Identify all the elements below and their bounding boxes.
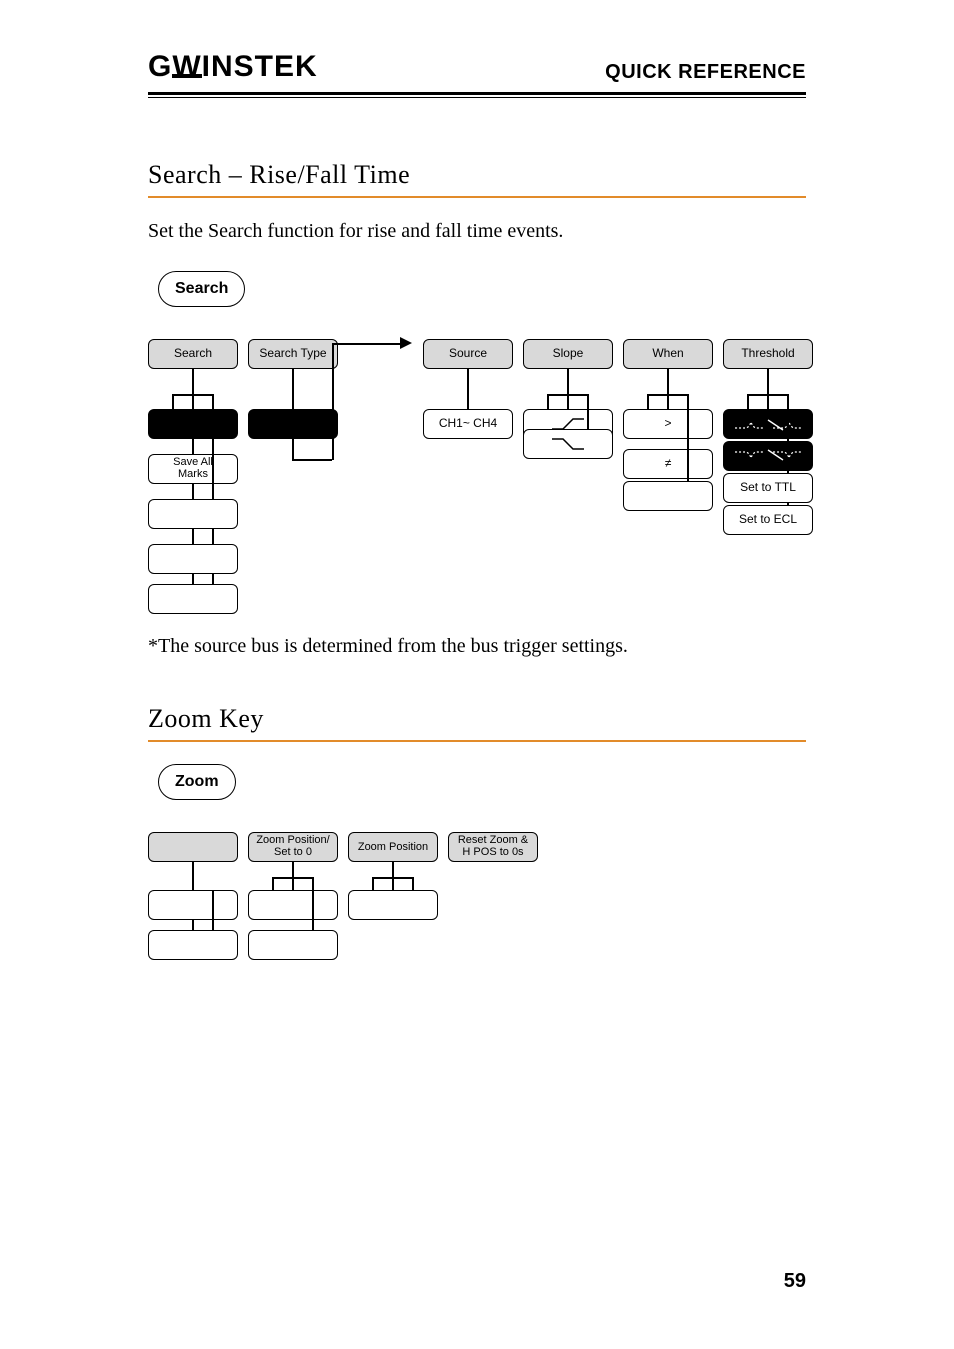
zoom-menu-2-label: Zoom Position/ Set to 0 [256, 835, 329, 858]
hardware-key-search[interactable]: Search [158, 271, 245, 307]
menu-search-extra-1[interactable] [148, 499, 238, 529]
menu-search-type[interactable]: Search Type [248, 339, 338, 369]
zoom-menu-position[interactable]: Zoom Position [348, 832, 438, 862]
menu-save-all-marks-label: Save All Marks [173, 457, 213, 480]
menu-search-extra-3[interactable] [148, 584, 238, 614]
menu-threshold-high[interactable] [723, 409, 813, 439]
menu-slope-fall[interactable] [523, 429, 613, 459]
zoom-menu-1-opt[interactable] [148, 890, 238, 920]
zoom-menu-reset[interactable]: Reset Zoom & H POS to 0s [448, 832, 538, 862]
menu-slope[interactable]: Slope [523, 339, 613, 369]
section-intro-search: Set the Search function for rise and fal… [148, 220, 806, 243]
menu-set-ttl[interactable]: Set to TTL [723, 473, 813, 503]
menu-source[interactable]: Source [423, 339, 513, 369]
section-title-search: Search – Rise/Fall Time [148, 160, 806, 190]
menu-save-all-marks[interactable]: Save All Marks [148, 454, 238, 484]
menu-when-blank[interactable] [623, 481, 713, 511]
page-header: GWINSTEK QUICK REFERENCE [148, 50, 806, 84]
menu-search-extra-2[interactable] [148, 544, 238, 574]
zoom-menu-2-opt2[interactable] [248, 930, 338, 960]
menu-threshold[interactable]: Threshold [723, 339, 813, 369]
menu-set-ecl[interactable]: Set to ECL [723, 505, 813, 535]
section-title-zoom: Zoom Key [148, 704, 806, 734]
arrow-icon [400, 337, 412, 349]
menu-threshold-low[interactable] [723, 441, 813, 471]
page: GWINSTEK QUICK REFERENCE Search – Rise/F… [0, 0, 954, 1349]
zoom-menu-1-opt2[interactable] [148, 930, 238, 960]
zoom-menu-3-opt[interactable] [348, 890, 438, 920]
section-rule-search [148, 196, 806, 198]
zoom-menu-1[interactable] [148, 832, 238, 862]
menu-when-ne[interactable]: ≠ [623, 449, 713, 479]
menu-search[interactable]: Search [148, 339, 238, 369]
menu-search-toggle[interactable] [148, 409, 238, 439]
header-rule [148, 92, 806, 98]
menu-when[interactable]: When [623, 339, 713, 369]
diagram-search-menu: Search Search Type Source Slope When Thr… [148, 339, 806, 617]
zoom-menu-position-set0[interactable]: Zoom Position/ Set to 0 [248, 832, 338, 862]
zoom-menu-2-opt[interactable] [248, 890, 338, 920]
section-rule-zoom [148, 740, 806, 742]
page-number: 59 [784, 1270, 806, 1293]
brand-logo: GWINSTEK [148, 50, 318, 84]
header-section-label: QUICK REFERENCE [605, 61, 806, 84]
footnote-search: *The source bus is determined from the b… [148, 635, 806, 658]
zoom-menu-4-label: Reset Zoom & H POS to 0s [458, 835, 528, 858]
menu-search-type-value[interactable] [248, 409, 338, 439]
menu-source-option-ch[interactable]: CH1~ CH4 [423, 409, 513, 439]
menu-when-gt[interactable]: > [623, 409, 713, 439]
diagram-zoom-menu: Zoom Position/ Set to 0 Zoom Position Re… [148, 832, 806, 972]
hardware-key-zoom[interactable]: Zoom [158, 764, 236, 800]
